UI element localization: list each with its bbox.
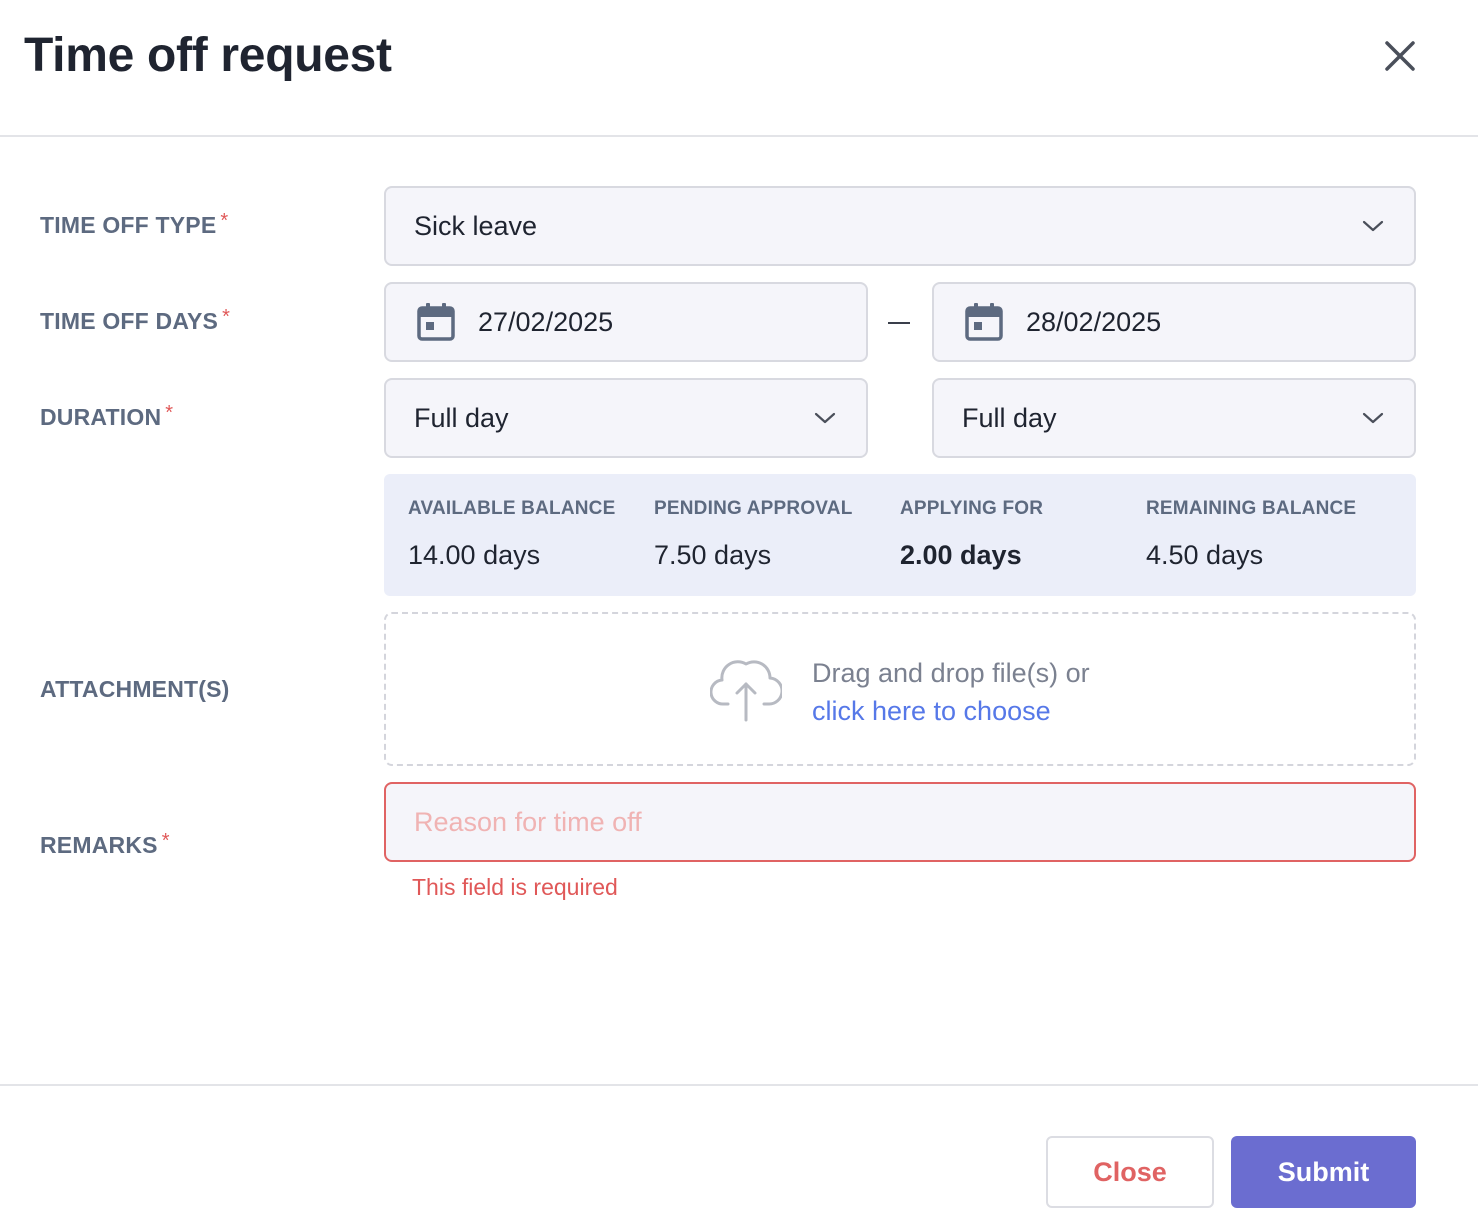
balance-summary: AVAILABLE BALANCE 14.00 days PENDING APP… xyxy=(384,474,1416,596)
close-icon[interactable] xyxy=(1378,34,1422,78)
remaining-balance: REMAINING BALANCE 4.50 days xyxy=(1146,498,1356,571)
remaining-balance-label: REMAINING BALANCE xyxy=(1146,498,1357,519)
dropzone-text: Drag and drop file(s) or click here to c… xyxy=(812,654,1090,730)
start-date-value: 27/02/2025 xyxy=(478,306,614,337)
dropzone-instruction: Drag and drop file(s) or xyxy=(812,658,1090,688)
chevron-down-icon xyxy=(1362,220,1384,232)
cloud-upload-icon xyxy=(710,660,782,722)
time-off-days-label: TIME OFF DAYS * xyxy=(40,306,231,334)
time-off-request-modal: Time off request TIME OFF TYPE * Sick lea… xyxy=(0,0,1478,1230)
remarks-error-message: This field is required xyxy=(412,874,618,900)
end-date-input[interactable]: 28/02/2025 xyxy=(932,282,1416,362)
time-off-type-value: Sick leave xyxy=(414,210,538,241)
time-off-type-label: TIME OFF TYPE * xyxy=(40,210,229,238)
chevron-down-icon xyxy=(814,412,836,424)
end-duration-select[interactable]: Full day xyxy=(932,378,1416,458)
remarks-label: REMARKS * xyxy=(40,830,170,858)
calendar-icon xyxy=(417,303,455,341)
close-button[interactable]: Close xyxy=(1046,1136,1214,1208)
required-marker: * xyxy=(161,830,170,852)
end-duration-value: Full day xyxy=(962,402,1057,433)
modal-title: Time off request xyxy=(24,29,392,82)
pending-approval-value: 7.50 days xyxy=(654,540,772,570)
pending-approval: PENDING APPROVAL 7.50 days xyxy=(654,498,853,571)
end-date-value: 28/02/2025 xyxy=(1026,306,1162,337)
required-marker: * xyxy=(222,306,231,328)
date-range-separator xyxy=(888,322,910,324)
start-date-input[interactable]: 27/02/2025 xyxy=(384,282,868,362)
available-balance: AVAILABLE BALANCE 14.00 days xyxy=(408,498,615,571)
available-balance-label: AVAILABLE BALANCE xyxy=(408,498,616,519)
remarks-input[interactable] xyxy=(384,782,1416,862)
duration-label: DURATION * xyxy=(40,402,174,430)
available-balance-value: 14.00 days xyxy=(408,540,541,570)
applying-for: APPLYING FOR 2.00 days xyxy=(900,498,1043,571)
calendar-icon xyxy=(965,303,1003,341)
pending-approval-label: PENDING APPROVAL xyxy=(654,498,853,519)
remaining-balance-value: 4.50 days xyxy=(1146,540,1264,570)
modal-header: Time off request xyxy=(0,0,1478,137)
start-duration-value: Full day xyxy=(414,402,509,433)
required-marker: * xyxy=(220,210,229,232)
attachments-label: ATTACHMENT(S) xyxy=(40,676,230,702)
required-marker: * xyxy=(165,402,174,424)
time-off-type-select[interactable]: Sick leave xyxy=(384,186,1416,266)
attachment-dropzone[interactable]: Drag and drop file(s) or click here to c… xyxy=(384,612,1416,766)
start-duration-select[interactable]: Full day xyxy=(384,378,868,458)
chevron-down-icon xyxy=(1362,412,1384,424)
submit-button[interactable]: Submit xyxy=(1231,1136,1416,1208)
applying-for-label: APPLYING FOR xyxy=(900,498,1044,519)
choose-file-link[interactable]: click here to choose xyxy=(812,692,1090,730)
modal-footer: Close Submit xyxy=(0,1084,1478,1230)
applying-for-value: 2.00 days xyxy=(900,540,1022,570)
